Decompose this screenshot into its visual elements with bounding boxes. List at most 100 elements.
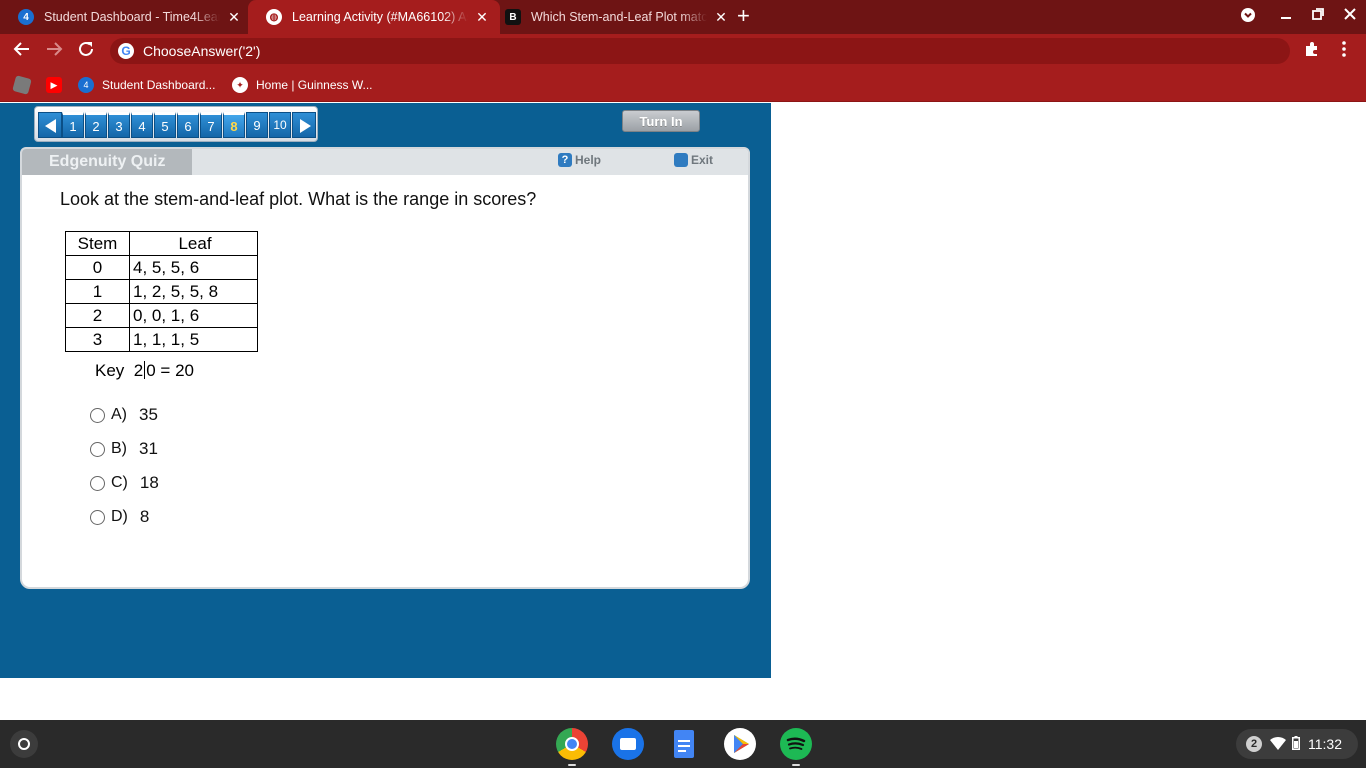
question-2-button[interactable]: 2 bbox=[85, 112, 107, 138]
close-window-icon[interactable] bbox=[1340, 7, 1360, 24]
bookmark-youtube[interactable]: ▶ bbox=[46, 76, 70, 94]
youtube-icon: ▶ bbox=[46, 77, 62, 93]
google-icon: G bbox=[118, 43, 134, 59]
launcher-button[interactable] bbox=[10, 730, 38, 758]
stem-header: Stem bbox=[65, 231, 130, 256]
new-tab-button[interactable]: + bbox=[737, 3, 750, 29]
question-1-button[interactable]: 1 bbox=[62, 112, 84, 138]
reload-icon[interactable] bbox=[75, 40, 97, 62]
minimize-icon[interactable] bbox=[1276, 7, 1296, 24]
arrow-right-icon bbox=[300, 119, 311, 133]
choice-letter: D) bbox=[111, 508, 128, 525]
choice-letter: C) bbox=[111, 474, 128, 491]
bookmark-label: Student Dashboard... bbox=[102, 78, 216, 92]
question-5-button[interactable]: 5 bbox=[154, 112, 176, 138]
close-icon[interactable]: ✕ bbox=[226, 9, 242, 26]
close-icon[interactable]: ✕ bbox=[713, 9, 729, 26]
radio-button[interactable] bbox=[90, 475, 105, 491]
restore-icon[interactable] bbox=[1308, 7, 1328, 24]
question-3-button[interactable]: 3 bbox=[108, 112, 130, 138]
tab-stem-leaf-question[interactable]: B Which Stem-and-Leaf Plot matches ✕ bbox=[487, 0, 739, 34]
quiz-header: Edgenuity Quiz ? Help Exit bbox=[22, 149, 748, 175]
bookmark-roblox[interactable] bbox=[12, 75, 38, 95]
bookmark-student-dashboard[interactable]: 4 Student Dashboard... bbox=[78, 76, 215, 94]
choice-letter: A) bbox=[111, 406, 127, 423]
stem-cell: 1 bbox=[65, 279, 130, 304]
extensions-icon[interactable] bbox=[1301, 40, 1323, 62]
bookmarks-bar: ▶ 4 Student Dashboard... ✦ Home | Guinne… bbox=[0, 68, 1366, 102]
radio-button[interactable] bbox=[90, 509, 105, 525]
exit-label: Exit bbox=[691, 153, 714, 167]
tab-title: Learning Activity (#MA66102) Assessment bbox=[292, 10, 468, 24]
exit-icon bbox=[674, 153, 688, 167]
table-header-row: Stem Leaf bbox=[65, 231, 258, 256]
question-text: Look at the stem-and-leaf plot. What is … bbox=[60, 189, 537, 209]
leaf-cell: 1, 2, 5, 5, 8 bbox=[129, 279, 258, 304]
next-question-button[interactable] bbox=[292, 112, 316, 138]
turn-in-button[interactable]: Turn In bbox=[622, 110, 700, 132]
choice-value: 35 bbox=[139, 405, 158, 424]
question-8-button[interactable]: 8 bbox=[223, 112, 245, 138]
exit-button[interactable]: Exit bbox=[674, 153, 713, 167]
plot-key: Key 20 = 20 bbox=[95, 361, 194, 381]
address-bar[interactable]: G ChooseAnswer('2') bbox=[110, 38, 1290, 64]
guinness-icon: ✦ bbox=[232, 77, 248, 93]
bookmark-guinness[interactable]: ✦ Home | Guinness W... bbox=[232, 76, 373, 94]
docs-page bbox=[674, 730, 694, 758]
forward-icon[interactable] bbox=[43, 40, 65, 62]
choice-value: 8 bbox=[139, 507, 150, 526]
docs-app-icon[interactable] bbox=[668, 728, 700, 760]
choice-b[interactable]: B) 31 bbox=[90, 439, 158, 459]
choice-value: 18 bbox=[139, 473, 159, 492]
tab-student-dashboard[interactable]: 4 Student Dashboard - Time4Learning ✕ bbox=[0, 0, 252, 34]
globe-icon: ◍ bbox=[266, 9, 282, 25]
tab-title: Student Dashboard - Time4Learning bbox=[44, 10, 220, 24]
files-app-icon[interactable] bbox=[612, 728, 644, 760]
table-row: 0 4, 5, 5, 6 bbox=[65, 255, 258, 280]
time4learning-icon: 4 bbox=[78, 77, 94, 93]
status-tray[interactable]: 2 11:32 bbox=[1236, 729, 1358, 759]
leaf-cell: 0, 0, 1, 6 bbox=[129, 303, 258, 328]
key-leaf: 0 bbox=[146, 361, 156, 380]
back-icon[interactable] bbox=[11, 40, 33, 62]
spotify-app-icon[interactable] bbox=[780, 728, 812, 760]
quiz-title: Edgenuity Quiz bbox=[22, 149, 192, 175]
choice-d[interactable]: D) 8 bbox=[90, 507, 149, 527]
address-text: ChooseAnswer('2') bbox=[143, 43, 261, 59]
key-value: = 20 bbox=[160, 361, 194, 380]
question-4-button[interactable]: 4 bbox=[131, 112, 153, 138]
play-store-app-icon[interactable] bbox=[724, 728, 756, 760]
question-10-button[interactable]: 10 bbox=[269, 112, 291, 138]
tab-search-icon[interactable] bbox=[1238, 7, 1258, 26]
choice-a[interactable]: A) 35 bbox=[90, 405, 158, 425]
previous-question-button[interactable] bbox=[38, 112, 62, 138]
help-button[interactable]: ? Help bbox=[558, 153, 601, 167]
os-shelf: 2 11:32 bbox=[0, 720, 1366, 768]
docs-line bbox=[678, 750, 686, 752]
question-6-button[interactable]: 6 bbox=[177, 112, 199, 138]
table-row: 1 1, 2, 5, 5, 8 bbox=[65, 279, 258, 304]
tab-strip: 4 Student Dashboard - Time4Learning ✕ ◍ … bbox=[0, 0, 1366, 34]
menu-icon[interactable] bbox=[1333, 40, 1355, 62]
table-row: 2 0, 0, 1, 6 bbox=[65, 303, 258, 328]
choice-c[interactable]: C) 18 bbox=[90, 473, 159, 493]
stem-cell: 2 bbox=[65, 303, 130, 328]
radio-button[interactable] bbox=[90, 441, 105, 457]
tab-learning-activity[interactable]: ◍ Learning Activity (#MA66102) Assessmen… bbox=[248, 0, 500, 34]
stem-cell: 0 bbox=[65, 255, 130, 280]
leaf-header: Leaf bbox=[129, 231, 258, 256]
key-stem: 2 bbox=[133, 361, 144, 380]
chrome-center bbox=[565, 737, 579, 751]
question-9-button[interactable]: 9 bbox=[246, 112, 268, 138]
question-navigator: 1 2 3 4 5 6 7 8 9 10 bbox=[34, 106, 318, 142]
app-running-indicator bbox=[568, 764, 576, 766]
quiz-panel: Edgenuity Quiz ? Help Exit Look at the s… bbox=[20, 147, 750, 589]
clock: 11:32 bbox=[1308, 736, 1342, 752]
help-label: Help bbox=[575, 153, 602, 167]
radio-button[interactable] bbox=[90, 407, 105, 423]
stem-and-leaf-table: Stem Leaf 0 4, 5, 5, 6 1 1, 2, 5, 5, 8 2… bbox=[65, 231, 258, 352]
choice-value: 31 bbox=[139, 439, 158, 458]
question-7-button[interactable]: 7 bbox=[200, 112, 222, 138]
choice-letter: B) bbox=[111, 440, 127, 457]
chrome-app-icon[interactable] bbox=[556, 728, 588, 760]
